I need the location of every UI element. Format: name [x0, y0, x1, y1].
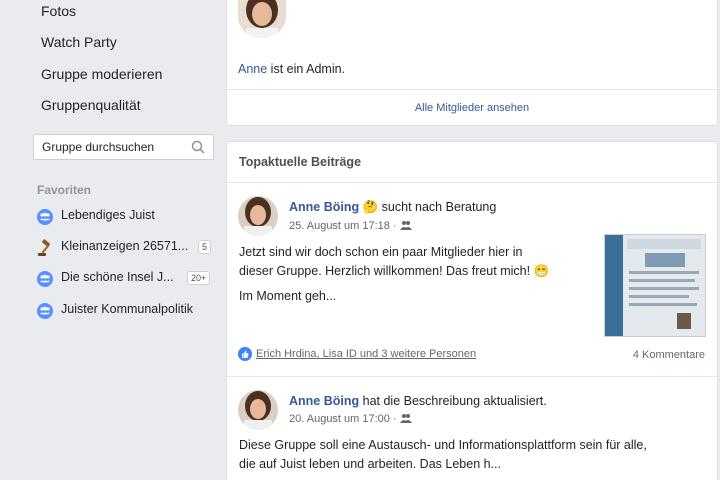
post-header: Anne Böing 🤔 sucht nach Beratung [289, 200, 496, 215]
nav-watch-party[interactable]: Watch Party [41, 34, 117, 50]
post-action: hat die Beschreibung aktualisiert. [359, 394, 547, 408]
post-meta: 25. August um 17:18 · [289, 219, 412, 232]
favorite-label: Juister Kommunalpolitik [61, 302, 193, 316]
favorite-item[interactable]: Die schöne Insel J... 20+ [37, 269, 217, 289]
admins-card: Anne ist ein Admin. Alle Mitglieder anse… [226, 0, 718, 126]
group-audience-icon [399, 414, 412, 423]
admin-name-link[interactable]: Anne [238, 62, 267, 76]
favorites-heading: Favoriten [37, 183, 92, 197]
post-text-truncated[interactable]: Im Moment geh... [239, 287, 549, 306]
reactions-names: Erich Hrdina, Lisa ID und 3 weitere Pers… [256, 347, 477, 360]
like-icon [238, 347, 252, 361]
admin-suffix: ist ein Admin. [267, 62, 346, 76]
admin-avatar[interactable] [238, 0, 286, 38]
post-action: sucht nach Beratung [378, 200, 497, 214]
post-text-line: Diese Gruppe soll eine Austausch- und In… [239, 438, 647, 452]
notification-badge: 20+ [187, 271, 211, 285]
group-search-box[interactable] [33, 134, 214, 160]
divider [227, 182, 717, 183]
search-icon[interactable] [191, 140, 205, 154]
post-timestamp[interactable]: 20. August um 17:00 [289, 413, 390, 425]
post-timestamp[interactable]: 25. August um 17:18 [289, 220, 390, 232]
group-search-input[interactable] [42, 140, 182, 154]
post-text: Jetzt sind wir doch schon ein paar Mitgl… [239, 243, 549, 306]
group-icon [37, 209, 53, 225]
favorite-item[interactable]: Juister Kommunalpolitik [37, 301, 217, 321]
favorite-label: Kleinanzeigen 26571... [61, 239, 189, 253]
post-text-line[interactable]: die auf Juist leben und arbeiten. Das Le… [239, 455, 709, 474]
favorite-label: Die schöne Insel J... [61, 270, 174, 284]
divider [227, 376, 717, 377]
post-header: Anne Böing hat die Beschreibung aktualis… [289, 394, 547, 408]
post-text-line: Jetzt sind wir doch schon ein paar Mitgl… [239, 245, 523, 259]
post-meta: 20. August um 17:00 · [289, 412, 412, 425]
admin-info: Anne ist ein Admin. [238, 62, 345, 76]
notification-badge: 5 [198, 240, 212, 254]
section-title: Topaktuelle Beiträge [239, 155, 362, 169]
favorite-label: Lebendiges Juist [61, 208, 155, 222]
left-sidebar: Fotos Watch Party Gruppe moderieren Grup… [0, 0, 226, 480]
nav-fotos[interactable]: Fotos [41, 3, 76, 19]
favorite-item[interactable]: Kleinanzeigen 26571... 5 [37, 238, 217, 258]
reactions-summary[interactable]: Erich Hrdina, Lisa ID und 3 weitere Pers… [238, 347, 476, 361]
comments-count[interactable]: 4 Kommentare [633, 349, 705, 361]
author-link[interactable]: Anne Böing [289, 200, 359, 214]
post-text-line: dieser Gruppe. Herzlich willkommen! Das … [239, 264, 550, 278]
group-audience-icon [399, 221, 412, 230]
author-avatar[interactable] [238, 196, 278, 236]
post-text: Diese Gruppe soll eine Austausch- und In… [239, 436, 709, 474]
author-avatar[interactable] [238, 390, 278, 430]
author-link[interactable]: Anne Böing [289, 394, 359, 408]
favorite-item[interactable]: Lebendiges Juist [37, 207, 217, 227]
divider [227, 89, 717, 90]
post-image-thumbnail[interactable] [604, 234, 706, 337]
gavel-icon [37, 239, 55, 257]
group-icon [37, 271, 53, 287]
nav-gruppe-moderieren[interactable]: Gruppe moderieren [41, 66, 162, 82]
nav-gruppenqualitaet[interactable]: Gruppenqualität [41, 97, 141, 113]
thinking-emoji-icon: 🤔 [362, 200, 379, 214]
all-members-link[interactable]: Alle Mitglieder ansehen [227, 102, 717, 114]
top-posts-card: Topaktuelle Beiträge Anne Böing 🤔 sucht … [226, 141, 718, 480]
group-icon [37, 303, 53, 319]
